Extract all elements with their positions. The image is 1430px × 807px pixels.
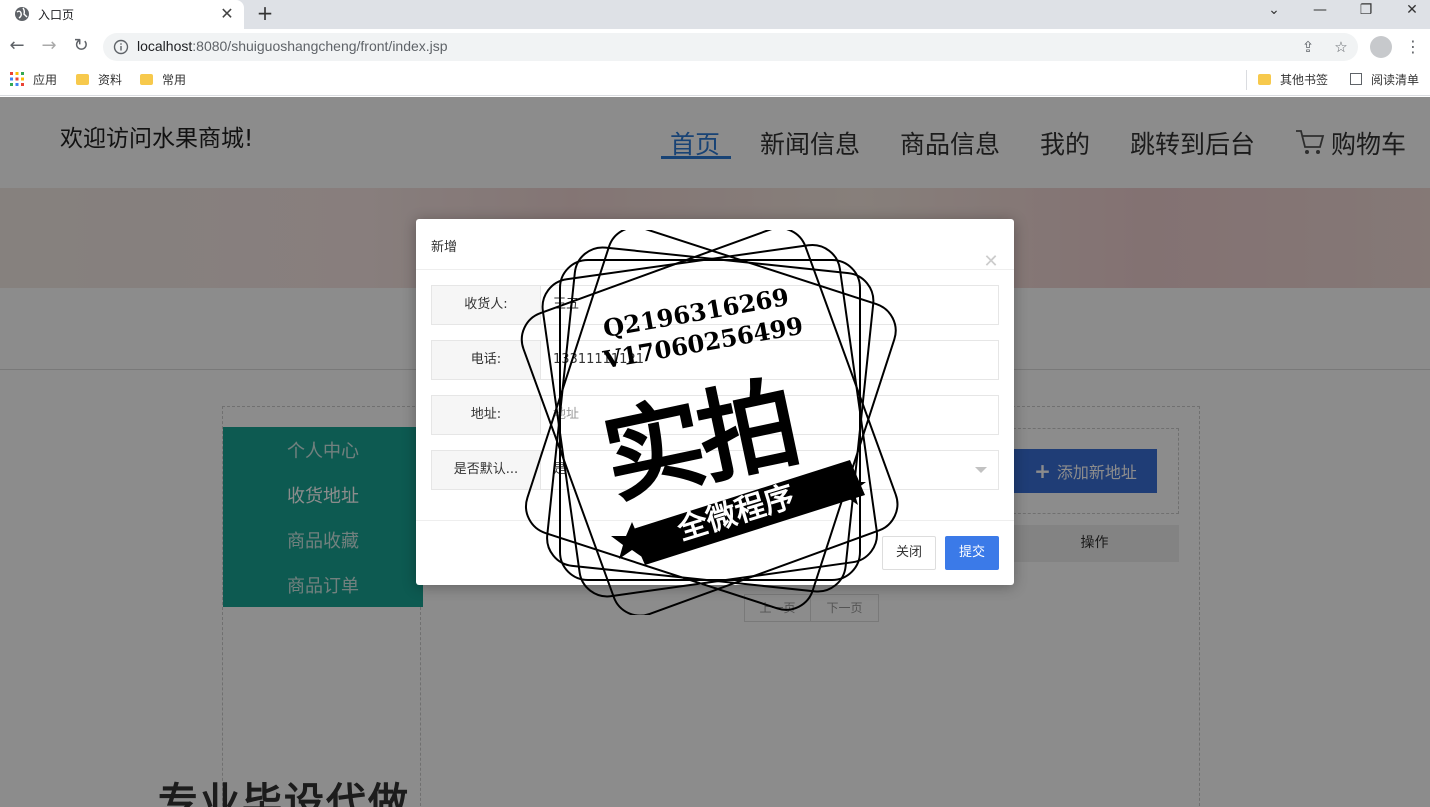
apps-grid-icon [10, 72, 24, 86]
stamp-watermark: Q2196316269 V17060256499 实拍 全微程序 [520, 230, 910, 615]
reading-list-icon [1350, 73, 1362, 85]
info-icon[interactable] [113, 39, 129, 55]
select-caret-icon[interactable] [975, 467, 987, 473]
dialog-title: 新增 [431, 240, 458, 255]
bookmark-star-icon[interactable]: ☆ [1330, 36, 1352, 58]
tab-title: 入口页 [38, 8, 75, 22]
reading-list[interactable]: 阅读清单 [1350, 72, 1419, 88]
bookmark-folder-ziliao[interactable]: 资料 [76, 72, 122, 88]
restore-icon[interactable]: ❐ [1343, 0, 1389, 29]
globe-icon [15, 7, 29, 21]
bookmark-separator [1246, 70, 1247, 90]
tab-close-icon[interactable]: ✕ [218, 4, 236, 23]
dialog-submit-button[interactable]: 提交 [945, 536, 999, 570]
forward-icon[interactable]: → [38, 35, 60, 57]
window-close-icon[interactable]: ✕ [1389, 0, 1430, 29]
bookmark-apps[interactable]: 应用 [10, 72, 57, 88]
bookmarks-bar: 应用 资料 常用 其他书签 阅读清单 [0, 64, 1430, 96]
folder-icon [1258, 74, 1271, 85]
minimize-icon[interactable]: — [1297, 0, 1343, 29]
browser-tab[interactable]: 入口页 ✕ [0, 0, 244, 29]
share-icon[interactable]: ⇪ [1297, 36, 1319, 58]
reload-icon[interactable]: ↻ [70, 35, 92, 57]
bookmark-other[interactable]: 其他书签 [1258, 72, 1328, 88]
folder-icon [76, 74, 89, 85]
address-toolbar: ← → ↻ localhost:8080/shuiguoshangcheng/f… [0, 29, 1430, 64]
kebab-menu-icon[interactable]: ⋮ [1405, 36, 1421, 58]
url-bar[interactable]: localhost:8080/shuiguoshangcheng/front/i… [103, 33, 1358, 61]
profile-avatar-icon[interactable] [1370, 36, 1392, 58]
tab-strip: 入口页 ✕ + ⌄ — ❐ ✕ [0, 0, 1430, 29]
url-text: localhost:8080/shuiguoshangcheng/front/i… [137, 38, 448, 54]
back-icon[interactable]: ← [6, 35, 28, 57]
tab-search-icon[interactable]: ⌄ [1251, 0, 1297, 29]
bookmark-folder-changyong[interactable]: 常用 [140, 72, 186, 88]
new-tab-icon[interactable]: + [255, 1, 275, 25]
folder-icon [140, 74, 153, 85]
